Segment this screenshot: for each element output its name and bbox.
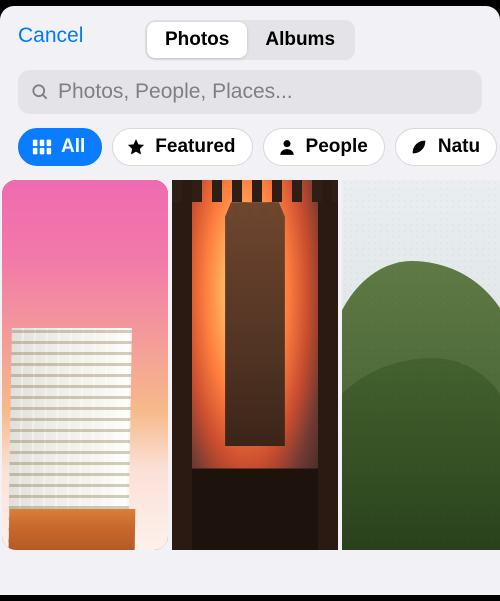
filter-chip-featured[interactable]: Featured [112,128,252,166]
person-icon [276,136,298,158]
leaf-icon [408,136,430,158]
search-input[interactable]: Photos, People, Places... [18,70,482,114]
photo-thumbnail[interactable] [342,180,500,550]
chip-label: Natu [438,136,480,158]
photo-thumbnail[interactable] [172,180,338,550]
photo-picker-sheet: Cancel Photos Albums Photos, People, Pla… [0,6,500,595]
chip-label: People [306,136,368,158]
view-segmented-control[interactable]: Photos Albums [145,20,355,60]
filter-chips-row[interactable]: All Featured People Natu [0,128,500,180]
star-icon [125,136,147,158]
filter-chip-people[interactable]: People [263,128,385,166]
chip-label: Featured [155,136,235,158]
search-placeholder: Photos, People, Places... [58,80,293,104]
cancel-button[interactable]: Cancel [18,24,83,48]
photo-grid[interactable] [0,180,500,595]
chip-label: All [61,136,85,158]
search-row: Photos, People, Places... [0,70,500,128]
header-bar: Cancel Photos Albums [0,6,500,70]
photo-thumbnail[interactable] [2,180,168,550]
filter-chip-all[interactable]: All [18,128,102,166]
filter-chip-nature[interactable]: Natu [395,128,497,166]
segment-albums[interactable]: Albums [247,22,353,58]
search-icon [30,82,50,102]
grid-icon [31,136,53,158]
segment-photos[interactable]: Photos [147,22,247,58]
